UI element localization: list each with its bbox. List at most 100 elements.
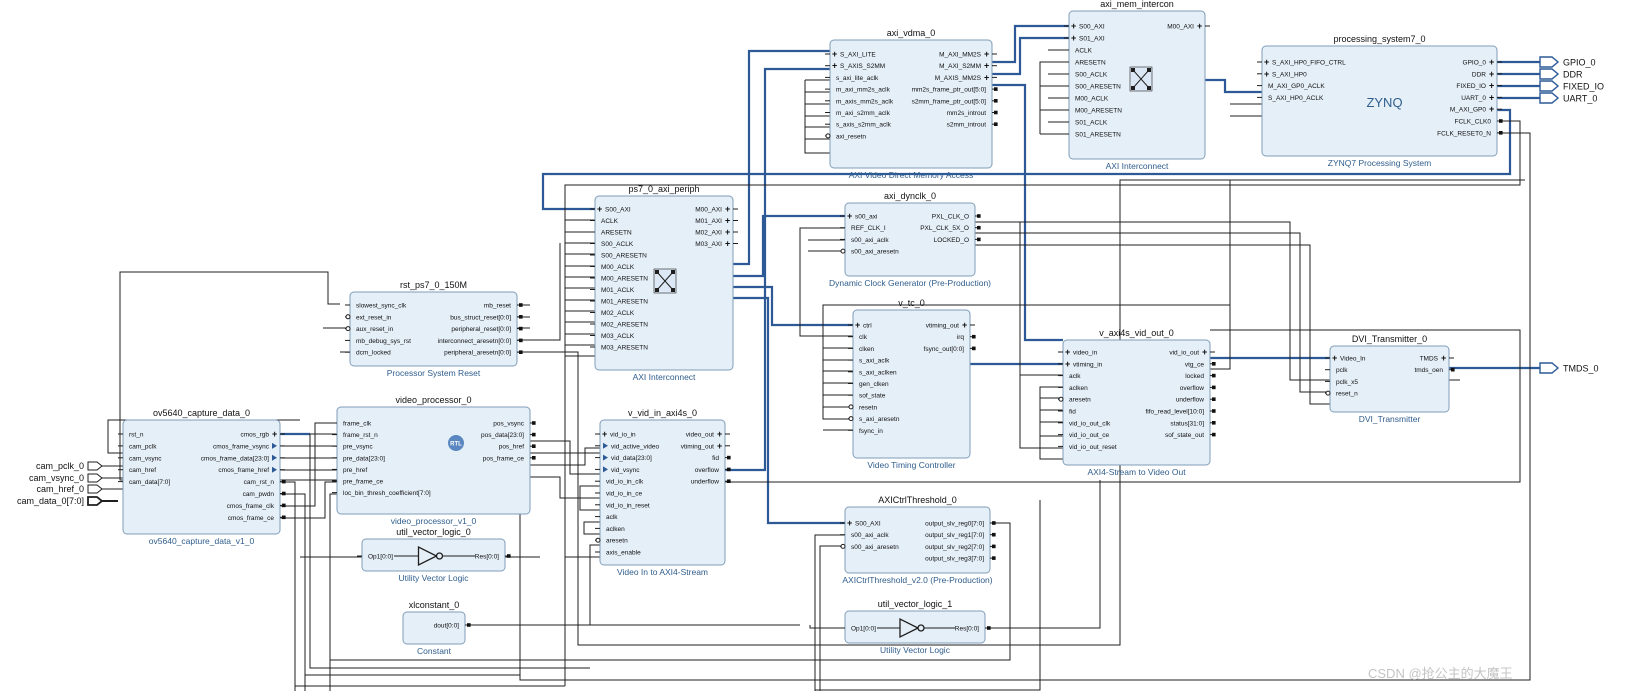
output-square-icon [994, 110, 998, 115]
pin-label: M01_AXI [695, 218, 722, 225]
pin-resetn[interactable]: resetn [848, 404, 877, 411]
pin-label: reset_n [1336, 391, 1358, 398]
external-input-port-cam-vsync-0[interactable]: cam_vsync_0 [29, 473, 118, 483]
block-axi-vdma-0[interactable]: axi_vdma_0 AXI Video Direct Memory Access… [825, 28, 998, 180]
bus-plus-icon[interactable]: + [1197, 21, 1202, 31]
pin-label: vid_io_out_ce [1069, 432, 1109, 439]
bus-plus-icon[interactable]: + [1441, 353, 1446, 363]
output-square-icon [1212, 362, 1216, 366]
bus-plus-icon[interactable]: + [1071, 33, 1076, 43]
external-output-port-uart-0[interactable]: UART_0 [1539, 92, 1597, 104]
pin-label: S00_ACLK [1075, 72, 1108, 79]
bus-plus-icon[interactable]: + [847, 211, 852, 221]
bus-plus-icon[interactable]: + [962, 320, 967, 330]
block-instance-name: v_tc_0 [898, 298, 925, 308]
block-util-vector-logic-0[interactable]: util_vector_logic_0 Utility Vector Logic O… [357, 527, 511, 583]
pin-vtg-ce[interactable]: vtg_ce [1185, 361, 1216, 368]
block-v-vid-in-axi4s-0[interactable]: v_vid_in_axi4s_0 Video In to AXI4-Stream +… [595, 408, 731, 577]
bus-plus-icon[interactable]: + [1071, 21, 1076, 31]
bus-plus-icon[interactable]: + [832, 49, 837, 59]
bus-plus-icon[interactable]: + [1264, 69, 1269, 79]
bus-plus-icon[interactable]: + [725, 216, 730, 226]
output-square-icon [727, 455, 731, 460]
external-output-port-tmds-0[interactable]: TMDS_0 [1539, 362, 1599, 374]
bus-vdma-axis [992, 83, 1063, 342]
bus-plus-icon[interactable]: + [832, 61, 837, 71]
bus-plus-icon[interactable]: + [1489, 104, 1494, 114]
pin-m-axis-mm2s-aclk[interactable]: m_axis_mm2s_aclk [825, 98, 894, 105]
block-body[interactable] [844, 506, 991, 574]
active-low-circle-icon [1058, 396, 1064, 402]
block-ov5640-capture-data-0[interactable]: ov5640_capture_data_0 ov5640_capture_data… [118, 408, 286, 546]
external-output-port-ddr[interactable]: DDR [1539, 68, 1583, 80]
pin-s2mm-frame-ptr-out-5-0[interactable]: s2mm_frame_ptr_out[5:0] [912, 98, 998, 105]
pin-label: vtiming_out [926, 323, 959, 330]
pin-aclk[interactable]: aclk [595, 514, 618, 521]
pin-pclk[interactable]: pclk [1325, 367, 1348, 374]
pin-aclk[interactable]: ACLK [1064, 48, 1093, 55]
bus-plus-icon[interactable]: + [1065, 347, 1070, 357]
pin-m-axi-gp0-aclk[interactable]: M_AXI_GP0_ACLK [1257, 83, 1325, 90]
block-v-axi4s-vid-out-0[interactable]: v_axi4s_vid_out_0 AXI4-Stream to Video Ou… [1058, 328, 1216, 477]
pin-interconnect-aresetn-0-0[interactable]: interconnect_aresetn[0:0] [438, 338, 523, 345]
output-square-icon [519, 338, 523, 343]
bus-plus-icon[interactable]: + [725, 239, 730, 249]
pin-loc-bin-thresh-coefficient-7-0[interactable]: loc_bin_thresh_coefficient[7:0] [332, 490, 431, 497]
bus-plus-icon[interactable]: + [1489, 92, 1494, 102]
bus-plus-icon[interactable]: + [984, 49, 989, 59]
external-input-port-cam-href-0[interactable]: cam_href_0 [36, 484, 118, 494]
block-axi-mem-intercon[interactable]: axi_mem_interconAXI Interconnect+ S00_AXI… [1064, 0, 1210, 171]
pin-peripheral-aresetn-0-0[interactable]: peripheral_aresetn[0:0] [444, 350, 523, 357]
pin-s-axi-hp0-aclk[interactable]: S_AXI_HP0_ACLK [1257, 95, 1324, 102]
block-v-tc-0[interactable]: v_tc_0Video Timing Controller+ ctrlclkclk… [848, 298, 976, 470]
pin-label: FIXED_IO [1456, 83, 1486, 90]
block-design-canvas[interactable]: axi_vdma_0 AXI Video Direct Memory Access… [0, 0, 1629, 691]
bus-plus-icon[interactable]: + [1065, 359, 1070, 369]
bus-plus-icon[interactable]: + [597, 204, 602, 214]
bus-plus-icon[interactable]: + [1264, 57, 1269, 67]
bus-plus-icon[interactable]: + [725, 227, 730, 237]
external-output-port-fixed-io[interactable]: FIXED_IO [1539, 80, 1604, 92]
bus-plus-icon[interactable]: + [855, 320, 860, 330]
bus-plus-icon[interactable]: + [984, 72, 989, 82]
block-processing-system7-0[interactable]: processing_system7_0 ZYNQ7 Processing Sys… [1257, 34, 1503, 168]
bus-plus-icon[interactable]: + [725, 204, 730, 214]
external-port-label: UART_0 [1563, 94, 1597, 104]
bus-plus-icon[interactable]: + [717, 441, 722, 451]
external-port-label: cam_data_0[7:0] [17, 496, 84, 506]
bus-plus-icon[interactable]: + [1332, 353, 1337, 363]
bus-plus-icon[interactable]: + [1489, 57, 1494, 67]
bus-plus-icon[interactable]: + [272, 429, 277, 439]
pin-aclk[interactable]: aclk [1058, 373, 1081, 380]
bus-plus-icon[interactable]: + [1489, 81, 1494, 91]
pin-label: vid_vsync [611, 467, 640, 474]
pin-rst-n[interactable]: rst_n [118, 432, 144, 439]
block-axictrlthreshold-0[interactable]: AXICtrlThreshold_0 AXICtrlThreshold_v2.0 … [840, 495, 996, 585]
pin-label: pos_data[23:0] [481, 432, 524, 439]
external-input-port-cam-pclk-0[interactable]: cam_pclk_0 [36, 461, 118, 471]
block-util-vector-logic-1[interactable]: util_vector_logic_1 Utility Vector Logic O… [840, 599, 991, 655]
bus-plus-icon[interactable]: + [847, 518, 852, 528]
bus-plus-icon[interactable]: + [1202, 347, 1207, 357]
output-square-icon [987, 626, 991, 630]
pin-mm2s-frame-ptr-out-5-0[interactable]: mm2s_frame_ptr_out[5:0] [912, 87, 998, 94]
pin-clken[interactable]: clken [848, 346, 875, 353]
pin-label: s_axis_s2mm_aclk [836, 122, 892, 129]
bus-plus-icon[interactable]: + [1489, 69, 1494, 79]
block-dvi-transmitter-0[interactable]: DVI_Transmitter_0DVI_Transmitter+ Video_I… [1325, 334, 1455, 424]
bus-vid-out [725, 67, 830, 472]
bus-plus-icon[interactable]: + [717, 429, 722, 439]
block-ps7-0-axi-periph[interactable]: ps7_0_axi_periphAXI Interconnect+ S00_AXI… [590, 184, 738, 382]
pin-label: mm2s_introut [947, 110, 987, 117]
bus-plus-icon[interactable]: + [984, 61, 989, 71]
pin-locked[interactable]: locked [1185, 373, 1216, 380]
pin-aclk[interactable]: ACLK [590, 218, 619, 225]
external-input-port-cam-data-0-7-0[interactable]: cam_data_0[7:0] [17, 496, 118, 506]
block-xlconstant-0[interactable]: xlconstant_0 Constant dout[0:0] [402, 600, 471, 656]
bus-plus-icon[interactable]: + [602, 429, 607, 439]
block-rst-ps7-0-150m[interactable]: rst_ps7_0_150M Processor System Reset slow… [345, 280, 523, 378]
block-video-processor-0[interactable]: video_processor_0 video_processor_v1_0 fra… [332, 395, 536, 526]
block-axi-dynclk-0[interactable]: axi_dynclk_0 Dynamic Clock Generator (Pre… [829, 191, 991, 288]
pin-label: M00_ARESETN [1075, 108, 1122, 115]
external-output-port-gpio-0[interactable]: GPIO_0 [1539, 56, 1596, 68]
